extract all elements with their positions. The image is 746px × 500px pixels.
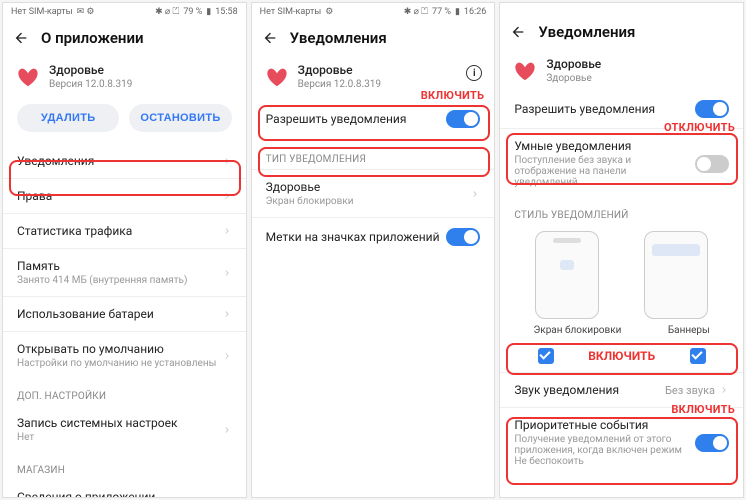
toggle-priority[interactable] — [695, 434, 729, 452]
app-name: Здоровье — [298, 63, 381, 77]
row-allow-notifications[interactable]: Разрешить уведомления — [252, 100, 495, 138]
app-header-row: Здоровье Здоровье — [500, 49, 743, 90]
chevron-right-icon — [222, 309, 232, 319]
header: О приложении — [3, 21, 246, 55]
app-icon — [514, 61, 536, 81]
app-version: Версия 12.0.8.319 — [298, 79, 381, 90]
style-label-banner: Баннеры — [668, 325, 710, 336]
checkbox-banner[interactable] — [690, 348, 706, 364]
row-traffic[interactable]: Статистика трафика — [3, 213, 246, 248]
sim-status: Нет SIM-карты — [11, 7, 73, 17]
chevron-right-icon — [222, 226, 232, 236]
row-memory[interactable]: ПамятьЗанято 414 МБ (внутренняя память) — [3, 248, 246, 296]
status-bar — [500, 3, 743, 15]
toggle-allow[interactable] — [695, 100, 729, 118]
page-title: Уведомления — [290, 29, 387, 47]
preview-banners[interactable] — [644, 231, 708, 319]
row-app-details[interactable]: Сведения о приложенииУстановлено из: Pla… — [3, 480, 246, 498]
chevron-right-icon — [222, 191, 232, 201]
phone-2-notifications: Нет SIM-карты⚙ ✱ ⌀ ⏍77 %▮16:26 Уведомлен… — [251, 2, 496, 498]
toggle-badges[interactable] — [446, 228, 480, 246]
row-default-open[interactable]: Открывать по умолчаниюНастройки по умолч… — [3, 331, 246, 379]
chevron-right-icon — [719, 385, 729, 395]
row-battery[interactable]: Использование батареи — [3, 296, 246, 331]
section-extra: ДОП. НАСТРОЙКИ — [3, 379, 246, 406]
row-health-channel[interactable]: ЗдоровьеЭкран блокировки — [252, 170, 495, 217]
label-enable: ВКЛЮЧИТЬ — [421, 89, 485, 102]
back-icon[interactable] — [510, 24, 526, 40]
phone-3-channel: Уведомления Здоровье Здоровье Разрешить … — [499, 2, 744, 498]
app-icon — [17, 67, 39, 87]
page-title: Уведомления — [538, 23, 635, 41]
app-version: Версия 12.0.8.319 — [49, 79, 132, 90]
label-enable: ВКЛЮЧИТЬ — [588, 349, 655, 363]
app-header-row: Здоровье Версия 12.0.8.319 — [3, 55, 246, 100]
sound-value: Без звука — [665, 384, 715, 397]
sim-status: Нет SIM-карты — [260, 7, 322, 17]
battery-pct: 79 % — [183, 7, 202, 17]
section-type: ТИП УВЕДОМЛЕНИЯ — [252, 138, 495, 169]
chevron-right-icon — [222, 425, 232, 435]
label-enable-sound: ВКЛЮЧИТЬ — [671, 403, 735, 416]
phone-1-app-info: Нет SIM-карты✉ ⚙ ✱ ⌀ ⏍79 %▮15:58 О прило… — [2, 2, 247, 498]
channel-sub: Здоровье — [546, 73, 601, 84]
stop-button[interactable]: ОСТАНОВИТЬ — [129, 104, 231, 132]
chevron-right-icon — [222, 268, 232, 278]
app-name: Здоровье — [49, 63, 132, 77]
status-bar: Нет SIM-карты✉ ⚙ ✱ ⌀ ⏍79 %▮15:58 — [3, 3, 246, 21]
page-title: О приложении — [41, 29, 144, 47]
back-icon[interactable] — [13, 30, 29, 46]
preview-lockscreen[interactable] — [535, 231, 599, 319]
style-preview-row — [500, 225, 743, 325]
clock: 16:26 — [464, 7, 486, 17]
checkbox-lock[interactable] — [538, 348, 554, 364]
header: Уведомления — [252, 21, 495, 55]
toggle-allow[interactable] — [446, 110, 480, 128]
chevron-right-icon — [222, 156, 232, 166]
row-sound[interactable]: Звук уведомления Без звука — [500, 372, 743, 407]
row-smart-notifications[interactable]: Умные уведомленияПоступление без звука и… — [500, 128, 743, 198]
toggle-smart[interactable] — [695, 155, 729, 173]
back-icon[interactable] — [262, 30, 278, 46]
label-disable: ОТКЛЮЧИТЬ — [664, 121, 735, 134]
checks-row: ВКЛЮЧИТЬ — [500, 340, 743, 372]
chevron-right-icon — [470, 189, 480, 199]
row-notifications[interactable]: Уведомления — [3, 144, 246, 178]
info-icon[interactable]: i — [466, 65, 482, 81]
row-priority[interactable]: Приоритетные событияПолучение уведомлени… — [500, 407, 743, 477]
row-permissions[interactable]: Права — [3, 178, 246, 213]
header: Уведомления — [500, 15, 743, 49]
status-bar: Нет SIM-карты⚙ ✱ ⌀ ⏍77 %▮16:26 — [252, 3, 495, 21]
delete-button[interactable]: УДАЛИТЬ — [17, 104, 119, 132]
section-style: СТИЛЬ УВЕДОМЛЕНИЙ — [500, 198, 743, 225]
section-store: МАГАЗИН — [3, 453, 246, 480]
row-badges[interactable]: Метки на значках приложений — [252, 217, 495, 256]
style-label-lock: Экран блокировки — [534, 325, 622, 336]
app-icon — [266, 67, 288, 87]
battery-pct: 77 % — [432, 7, 451, 17]
clock: 15:58 — [215, 7, 237, 17]
app-name: Здоровье — [546, 57, 601, 71]
chevron-right-icon — [222, 351, 232, 361]
row-syslog[interactable]: Запись системных настроекНет — [3, 406, 246, 453]
